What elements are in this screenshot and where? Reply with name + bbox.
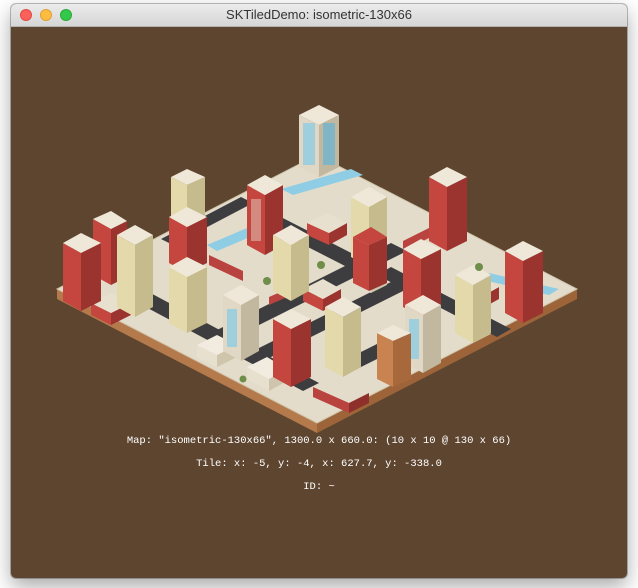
tree	[239, 375, 247, 383]
tree	[317, 261, 325, 269]
building	[325, 297, 361, 377]
building	[377, 325, 411, 387]
building	[117, 225, 153, 317]
building	[63, 233, 101, 311]
building	[455, 265, 491, 343]
app-window: SKTiledDemo: isometric-130x66 Map: "isom…	[11, 4, 627, 578]
tree	[263, 277, 271, 285]
building	[169, 257, 207, 333]
building	[429, 167, 467, 251]
window-title: SKTiledDemo: isometric-130x66	[226, 7, 412, 22]
id-info-label: ID: ~	[303, 481, 335, 493]
building	[299, 105, 339, 177]
building	[273, 309, 311, 387]
building	[223, 285, 259, 361]
isometric-map-view[interactable]	[11, 27, 627, 578]
building	[273, 225, 309, 301]
tile-info-label: Tile: x: -5, y: -4, x: 627.7, y: -338.0	[196, 458, 442, 470]
title-bar[interactable]: SKTiledDemo: isometric-130x66	[11, 4, 627, 27]
building	[505, 241, 543, 323]
tree	[475, 263, 483, 271]
map-info-label: Map: "isometric-130x66", 1300.0 x 660.0:…	[126, 435, 512, 447]
building	[353, 227, 387, 291]
